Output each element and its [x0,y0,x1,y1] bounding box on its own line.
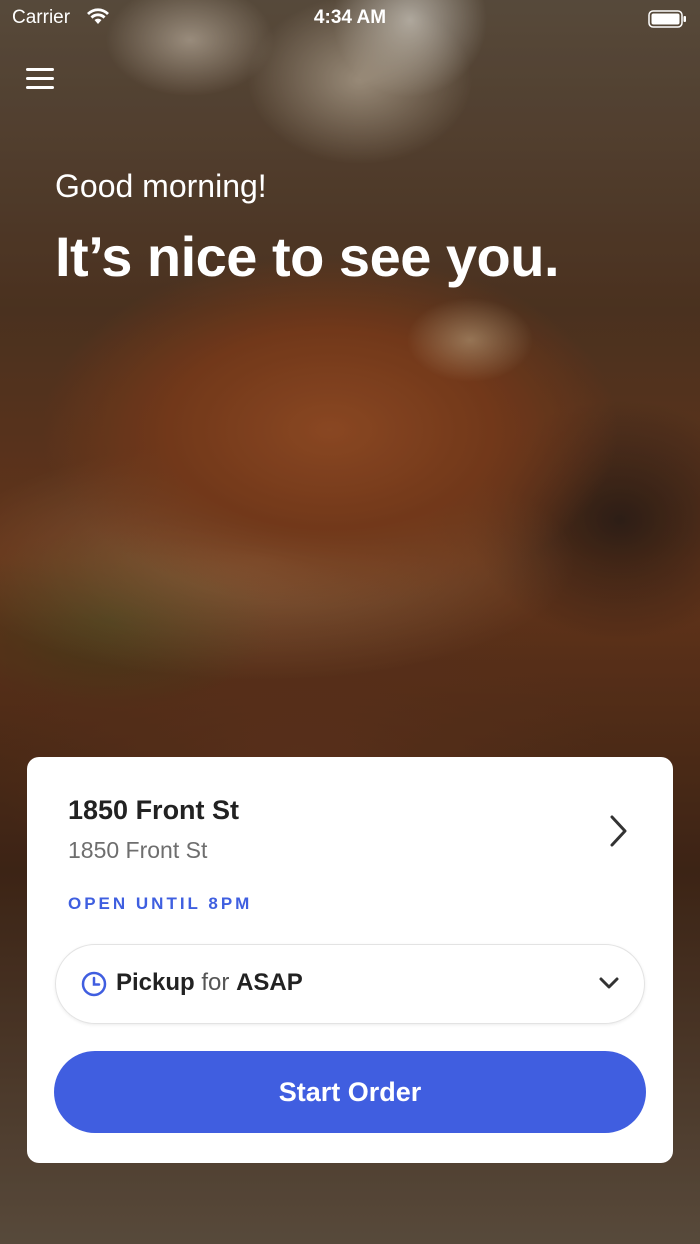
chevron-right-icon[interactable] [607,811,631,851]
order-mode: Pickup [116,969,195,996]
clock-time: 4:34 AM [313,7,387,28]
pickup-time-selector[interactable]: Pickup for ASAP [55,944,645,1024]
store-address: 1850 Front St [68,837,208,863]
store-name[interactable]: 1850 Front St [68,795,239,826]
order-connector: for [201,969,230,996]
start-order-button[interactable]: Start Order [54,1051,646,1133]
status-bar: Carrier 4:34 AM [0,0,700,40]
greeting-text: Good morning! [55,168,267,204]
battery-icon [648,9,688,35]
chevron-down-icon[interactable] [598,975,620,991]
order-time: ASAP [236,969,303,996]
clock-icon [81,971,107,997]
order-card: 1850 Front St 1850 Front St OPEN UNTIL 8… [27,757,673,1163]
store-hours: OPEN UNTIL 8PM [68,894,253,913]
welcome-headline: It’s nice to see you. [55,225,560,288]
pickup-summary: Pickup for ASAP [116,969,303,997]
menu-icon[interactable] [26,66,56,92]
